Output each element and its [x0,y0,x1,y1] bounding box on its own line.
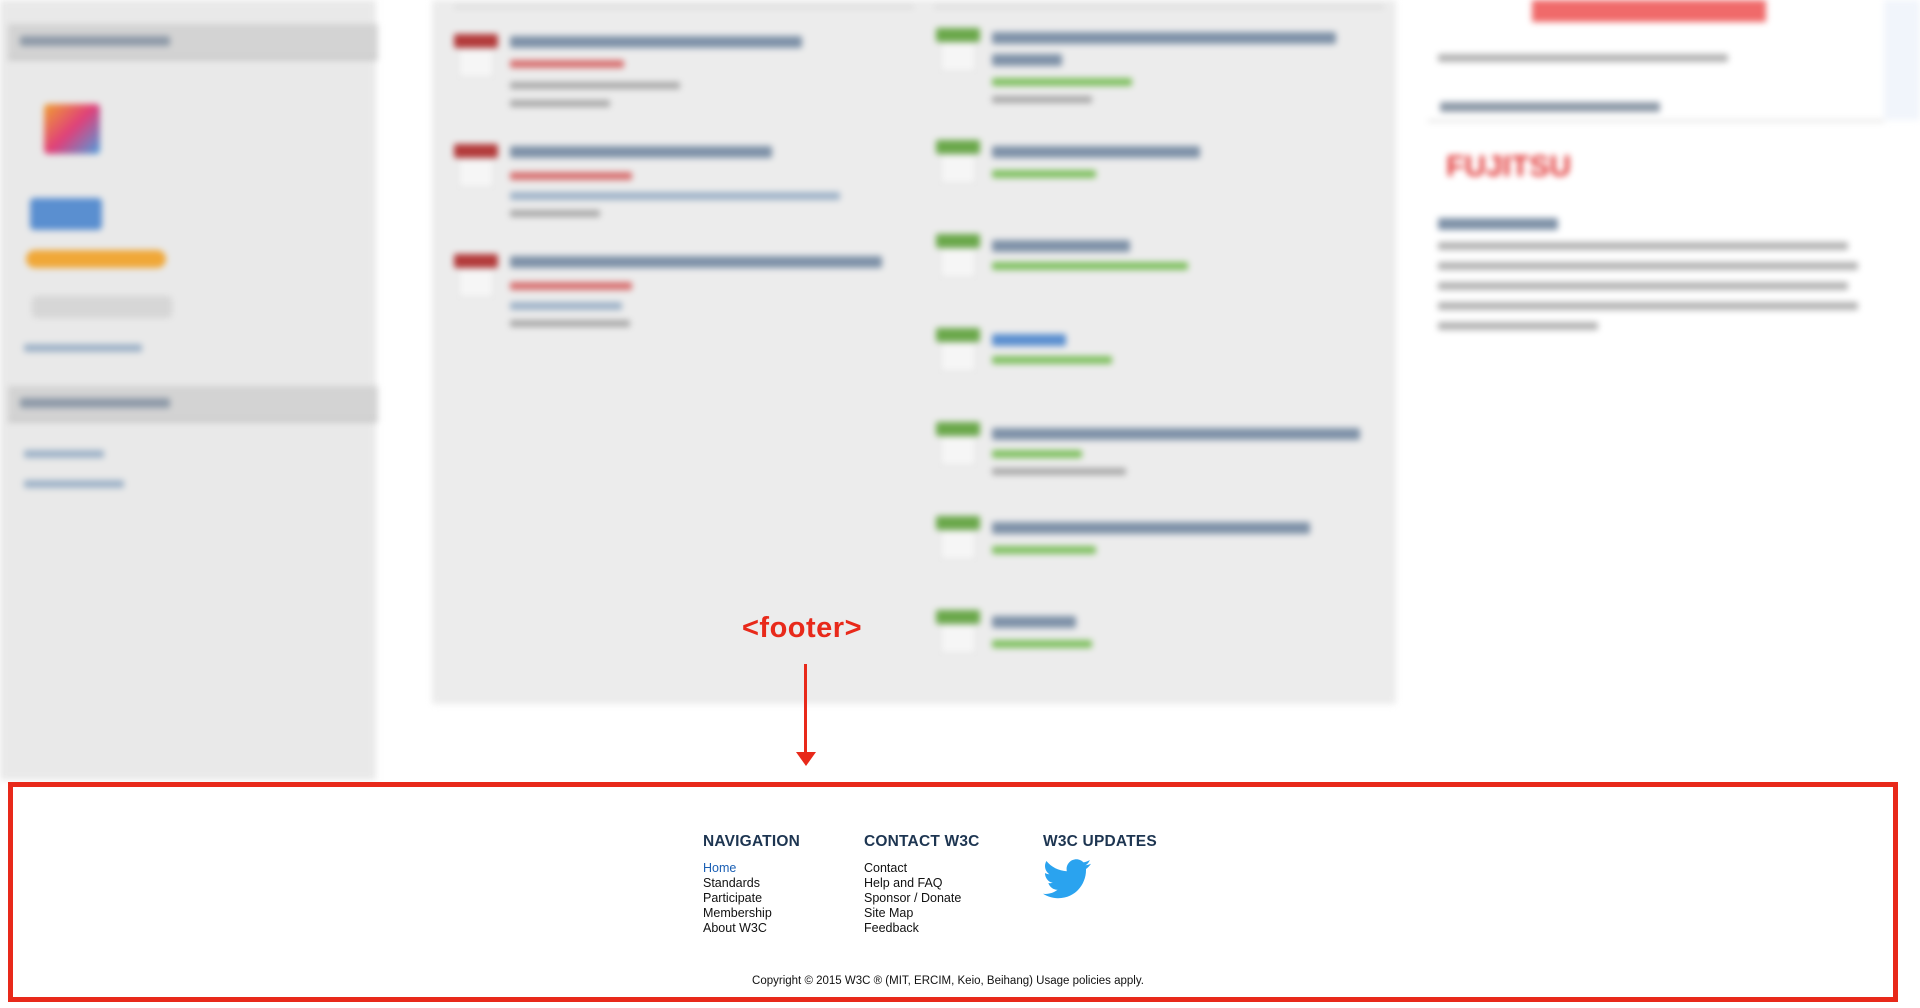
footer-annotation-label: <footer> [742,612,863,644]
annotation-arrow [804,664,807,756]
donate-badge-blurred [26,250,166,268]
sidebar-link [24,450,104,458]
right-column: FUJITSU [1424,0,1884,400]
page: FUJITSU <footer> NAVIGATION Home Standar… [0,0,1920,1008]
footer-link-sitemap[interactable]: Site Map [864,906,980,921]
events-panel [432,0,1396,704]
footer-link-about[interactable]: About W3C [703,921,800,936]
blurred-page-content: FUJITSU [0,0,1920,780]
twitter-icon[interactable] [1043,859,1097,903]
sidebar-header [8,24,378,60]
footer-link-sponsor[interactable]: Sponsor / Donate [864,891,980,906]
sidebar-link [24,344,142,352]
footer-link-participate[interactable]: Participate [703,891,800,906]
footer-contact-column: CONTACT W3C Contact Help and FAQ Sponsor… [864,833,980,936]
footer-navigation-column: NAVIGATION Home Standards Participate Me… [703,833,800,936]
footer-highlight-box: NAVIGATION Home Standards Participate Me… [8,782,1898,1002]
sidebar-header [8,386,378,422]
w3c-logo-blurred [44,104,100,154]
sidebar-link [24,480,124,488]
icons-blurred [32,296,172,318]
footer-link-help[interactable]: Help and FAQ [864,876,980,891]
navigation-heading: NAVIGATION [703,833,801,850]
footer-link-standards[interactable]: Standards [703,876,800,891]
footer-link-feedback[interactable]: Feedback [864,921,980,936]
contact-heading: CONTACT W3C [864,833,980,850]
footer-link-membership[interactable]: Membership [703,906,800,921]
fujitsu-logo: FUJITSU [1446,150,1572,183]
footer-updates-column: W3C UPDATES [1043,833,1157,861]
red-button-blurred [1532,0,1766,22]
footer-link-home[interactable]: Home [703,861,800,876]
testimonial-header [1428,92,1884,122]
footer-copyright: Copyright © 2015 W3C ® (MIT, ERCIM, Keio… [752,975,1144,987]
annotation-arrow-head [796,752,816,766]
updates-heading: W3C UPDATES [1043,833,1157,850]
left-sidebar [0,0,378,780]
w3cx-logo-blurred [30,198,102,230]
footer: NAVIGATION Home Standards Participate Me… [13,787,1893,997]
footer-link-contact[interactable]: Contact [864,861,980,876]
